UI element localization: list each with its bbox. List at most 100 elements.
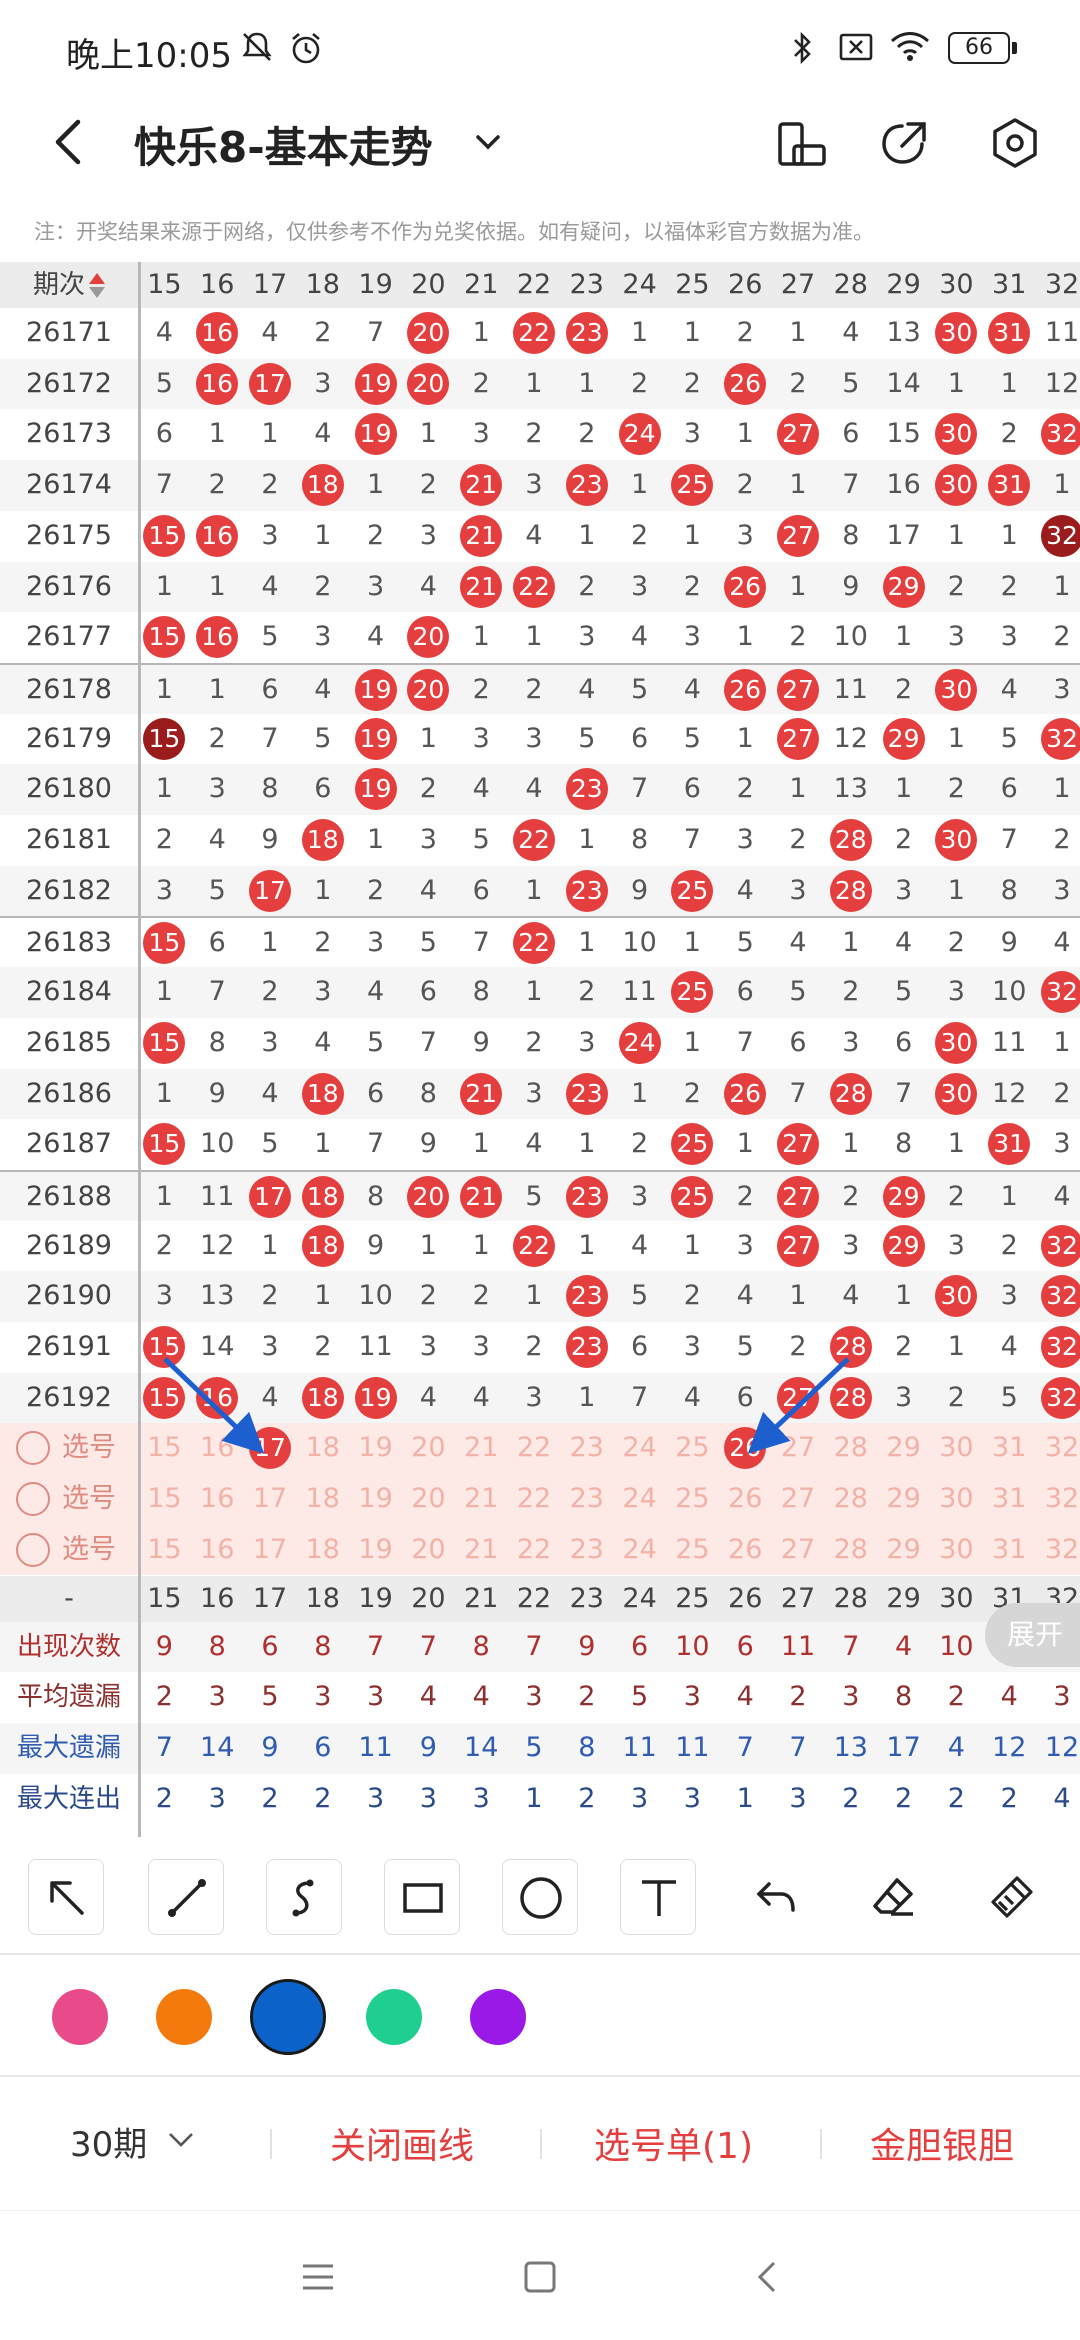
column-header[interactable]: 24 <box>613 262 666 308</box>
pick-number-cell[interactable]: 27 <box>772 1474 825 1524</box>
color-swatch[interactable] <box>250 1979 326 2055</box>
column-header[interactable]: 22 <box>508 262 561 308</box>
pick-number-cell[interactable]: 29 <box>877 1423 930 1473</box>
tool-rectangle[interactable] <box>384 1859 460 1935</box>
picked-number-ball[interactable]: 26 <box>724 1427 767 1470</box>
pick-number-cell[interactable]: 25 <box>666 1525 719 1575</box>
column-header[interactable]: 27 <box>772 262 825 308</box>
selection-radio[interactable] <box>16 1482 50 1517</box>
pick-list-button[interactable]: 选号单(1) <box>594 2117 753 2169</box>
home-icon[interactable] <box>522 2259 558 2295</box>
column-header[interactable]: 17 <box>244 262 297 308</box>
pick-number-cell[interactable]: 31 <box>983 1474 1036 1524</box>
column-header[interactable]: 26 <box>719 262 772 308</box>
pick-number-cell[interactable]: 22 <box>508 1525 561 1575</box>
pick-number-cell[interactable]: 27 <box>772 1525 825 1575</box>
pick-number-cell[interactable]: 27 <box>772 1423 825 1473</box>
pick-number-cell[interactable]: 24 <box>613 1525 666 1575</box>
back-nav-icon[interactable] <box>752 2259 782 2295</box>
column-header[interactable]: 21 <box>455 262 508 308</box>
pick-number-cell[interactable]: 26 <box>719 1474 772 1524</box>
pick-number-cell[interactable]: 23 <box>560 1525 613 1575</box>
color-swatch[interactable] <box>470 1989 526 2045</box>
pick-number-cell[interactable]: 32 <box>1036 1525 1080 1575</box>
pick-number-cell[interactable]: 21 <box>455 1423 508 1473</box>
column-header[interactable]: 20 <box>402 262 455 308</box>
pick-number-cell[interactable]: 19 <box>349 1474 402 1524</box>
column-header[interactable]: 28 <box>824 262 877 308</box>
tool-freehand[interactable] <box>266 1859 342 1935</box>
selection-radio[interactable] <box>16 1431 50 1466</box>
rotate-screen-icon[interactable] <box>770 112 832 174</box>
column-header[interactable]: 31 <box>983 262 1036 308</box>
selection-radio[interactable] <box>16 1532 50 1567</box>
column-header[interactable]: 30 <box>930 262 983 308</box>
pick-number-cell[interactable]: 17 <box>244 1525 297 1575</box>
pick-number-cell[interactable]: 32 <box>1036 1474 1080 1524</box>
pick-number-cell[interactable]: 22 <box>508 1474 561 1524</box>
pick-number-cell[interactable]: 21 <box>455 1525 508 1575</box>
expand-button[interactable]: 展开 <box>985 1603 1080 1667</box>
pick-number-cell[interactable]: 25 <box>666 1423 719 1473</box>
pick-number-cell[interactable]: 31 <box>983 1525 1036 1575</box>
pick-number-cell[interactable]: 32 <box>1036 1423 1080 1473</box>
period-select[interactable]: 30期 <box>70 2117 147 2166</box>
pick-number-cell[interactable]: 28 <box>824 1525 877 1575</box>
pick-number-cell[interactable]: 18 <box>296 1423 349 1473</box>
tool-eraser[interactable] <box>856 1859 932 1935</box>
column-header[interactable]: 18 <box>296 262 349 308</box>
pick-number-cell[interactable]: 31 <box>983 1423 1036 1473</box>
pick-number-cell[interactable]: 21 <box>455 1474 508 1524</box>
column-header[interactable]: 25 <box>666 262 719 308</box>
pick-number-cell[interactable]: 16 <box>191 1525 244 1575</box>
color-swatch[interactable] <box>366 1989 422 2045</box>
pick-number-cell[interactable]: 29 <box>877 1474 930 1524</box>
pick-number-cell[interactable]: 29 <box>877 1525 930 1575</box>
pick-number-cell[interactable]: 24 <box>613 1474 666 1524</box>
pick-number-cell[interactable]: 20 <box>402 1474 455 1524</box>
close-lines-button[interactable]: 关闭画线 <box>330 2117 474 2169</box>
tool-circle[interactable] <box>502 1859 578 1935</box>
pick-number-cell[interactable]: 16 <box>191 1423 244 1473</box>
settings-icon[interactable] <box>984 112 1046 174</box>
color-swatch[interactable] <box>156 1989 212 2045</box>
menu-icon[interactable] <box>300 2261 336 2293</box>
chevron-down-icon[interactable] <box>166 2129 196 2151</box>
pick-number-cell[interactable]: 23 <box>560 1423 613 1473</box>
pick-number-cell[interactable]: 24 <box>613 1423 666 1473</box>
column-header[interactable]: 23 <box>560 262 613 308</box>
chevron-down-icon[interactable] <box>470 124 506 160</box>
tool-line[interactable] <box>148 1859 224 1935</box>
picked-number-ball[interactable]: 17 <box>248 1427 291 1470</box>
column-header[interactable]: 19 <box>349 262 402 308</box>
page-title[interactable]: 快乐8-基本走势 <box>134 114 433 175</box>
back-icon[interactable] <box>40 112 100 172</box>
tool-undo[interactable] <box>738 1859 814 1935</box>
tool-text[interactable] <box>620 1859 696 1935</box>
tool-arrow[interactable] <box>28 1859 104 1935</box>
column-header[interactable]: 16 <box>191 262 244 308</box>
gold-silver-button[interactable]: 金胆银胆 <box>870 2117 1014 2169</box>
sort-icon[interactable] <box>89 271 105 301</box>
pick-number-cell[interactable]: 15 <box>138 1525 191 1575</box>
pick-number-cell[interactable]: 15 <box>138 1474 191 1524</box>
column-header[interactable]: 15 <box>138 262 191 308</box>
pick-number-cell[interactable]: 26 <box>719 1423 772 1473</box>
pick-number-cell[interactable]: 17 <box>244 1423 297 1473</box>
column-header[interactable]: 29 <box>877 262 930 308</box>
pick-number-cell[interactable]: 25 <box>666 1474 719 1524</box>
pick-number-cell[interactable]: 22 <box>508 1423 561 1473</box>
period-header[interactable]: 期次 <box>0 262 138 308</box>
color-swatch[interactable] <box>52 1989 108 2045</box>
pick-number-cell[interactable]: 20 <box>402 1423 455 1473</box>
pick-number-cell[interactable]: 18 <box>296 1474 349 1524</box>
pick-number-cell[interactable]: 16 <box>191 1474 244 1524</box>
column-header[interactable]: 32 <box>1036 262 1080 308</box>
pick-number-cell[interactable]: 19 <box>349 1423 402 1473</box>
pick-number-cell[interactable]: 18 <box>296 1525 349 1575</box>
share-icon[interactable] <box>872 112 934 174</box>
pick-number-cell[interactable]: 20 <box>402 1525 455 1575</box>
pick-number-cell[interactable]: 17 <box>244 1474 297 1524</box>
pick-number-cell[interactable]: 30 <box>930 1525 983 1575</box>
pick-number-cell[interactable]: 19 <box>349 1525 402 1575</box>
